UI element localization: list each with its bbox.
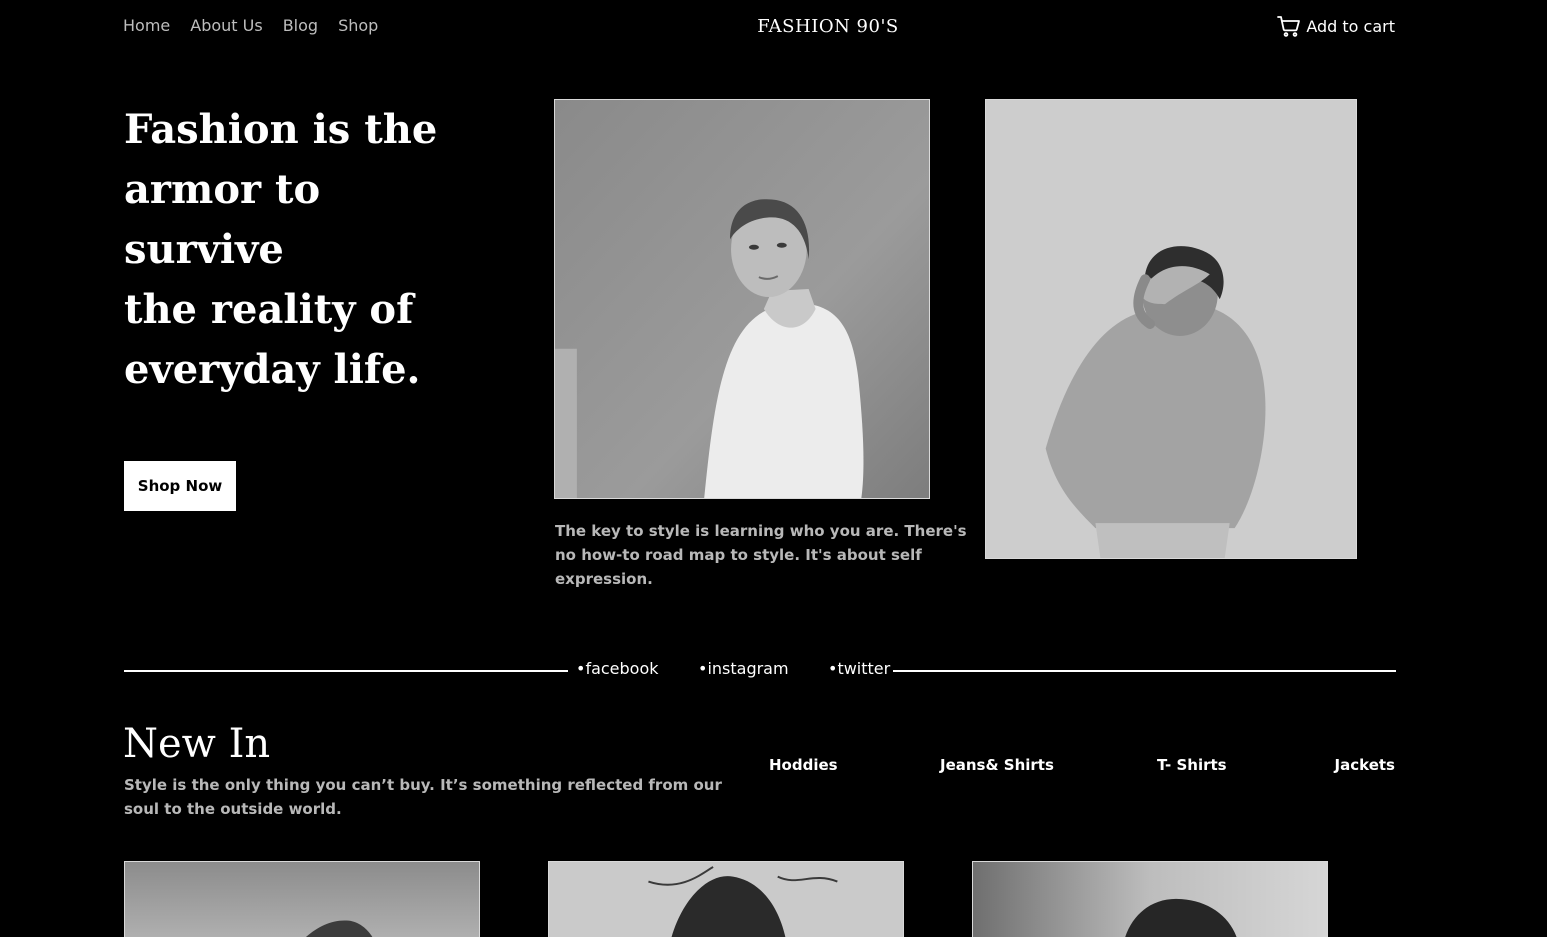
divider-right [893, 670, 1396, 672]
social-facebook-link[interactable]: •facebook [576, 659, 698, 678]
cart-label: Add to cart [1306, 16, 1395, 36]
divider-left [124, 670, 568, 672]
social-twitter-link[interactable]: •twitter [828, 659, 890, 678]
page: Home About Us Blog Shop FASHION 90'S Add… [0, 0, 1547, 937]
shopping-cart-icon [1277, 15, 1301, 37]
category-t-shirts[interactable]: T- Shirts [1157, 756, 1227, 774]
product-card-image[interactable] [124, 861, 480, 937]
main-nav: Home About Us Blog Shop [123, 16, 378, 35]
category-jackets[interactable]: Jackets [1335, 756, 1395, 774]
product-card-image[interactable] [972, 861, 1328, 937]
new-in-title: New In [123, 721, 271, 767]
hero-title: Fashion is the armor to survive the real… [124, 100, 484, 400]
category-hoddies[interactable]: Hoddies [769, 756, 838, 774]
nav-about-us[interactable]: About Us [190, 16, 262, 35]
hero-title-line: armor to survive [124, 166, 321, 273]
brand-logo[interactable]: FASHION 90'S [757, 16, 898, 37]
nav-blog[interactable]: Blog [283, 16, 318, 35]
category-jeans-shirts[interactable]: Jeans& Shirts [940, 756, 1054, 774]
hero-quote: The key to style is learning who you are… [555, 522, 967, 588]
nav-home[interactable]: Home [123, 16, 170, 35]
social-instagram-link[interactable]: •instagram [698, 659, 828, 678]
hero-photo-man [985, 99, 1357, 559]
add-to-cart-button[interactable]: Add to cart [1277, 15, 1395, 37]
shop-now-button[interactable]: Shop Now [124, 461, 236, 511]
new-in-subtitle: Style is the only thing you can’t buy. I… [124, 776, 722, 818]
social-links: •facebook •instagram •twitter [576, 659, 890, 678]
hero-title-line: Fashion is the [124, 106, 438, 153]
hero-title-line: everyday life. [124, 346, 421, 393]
nav-shop[interactable]: Shop [338, 16, 378, 35]
product-card-image[interactable] [548, 861, 904, 937]
hero-photo-woman [554, 99, 930, 499]
hero-title-line: the reality of [124, 286, 414, 333]
